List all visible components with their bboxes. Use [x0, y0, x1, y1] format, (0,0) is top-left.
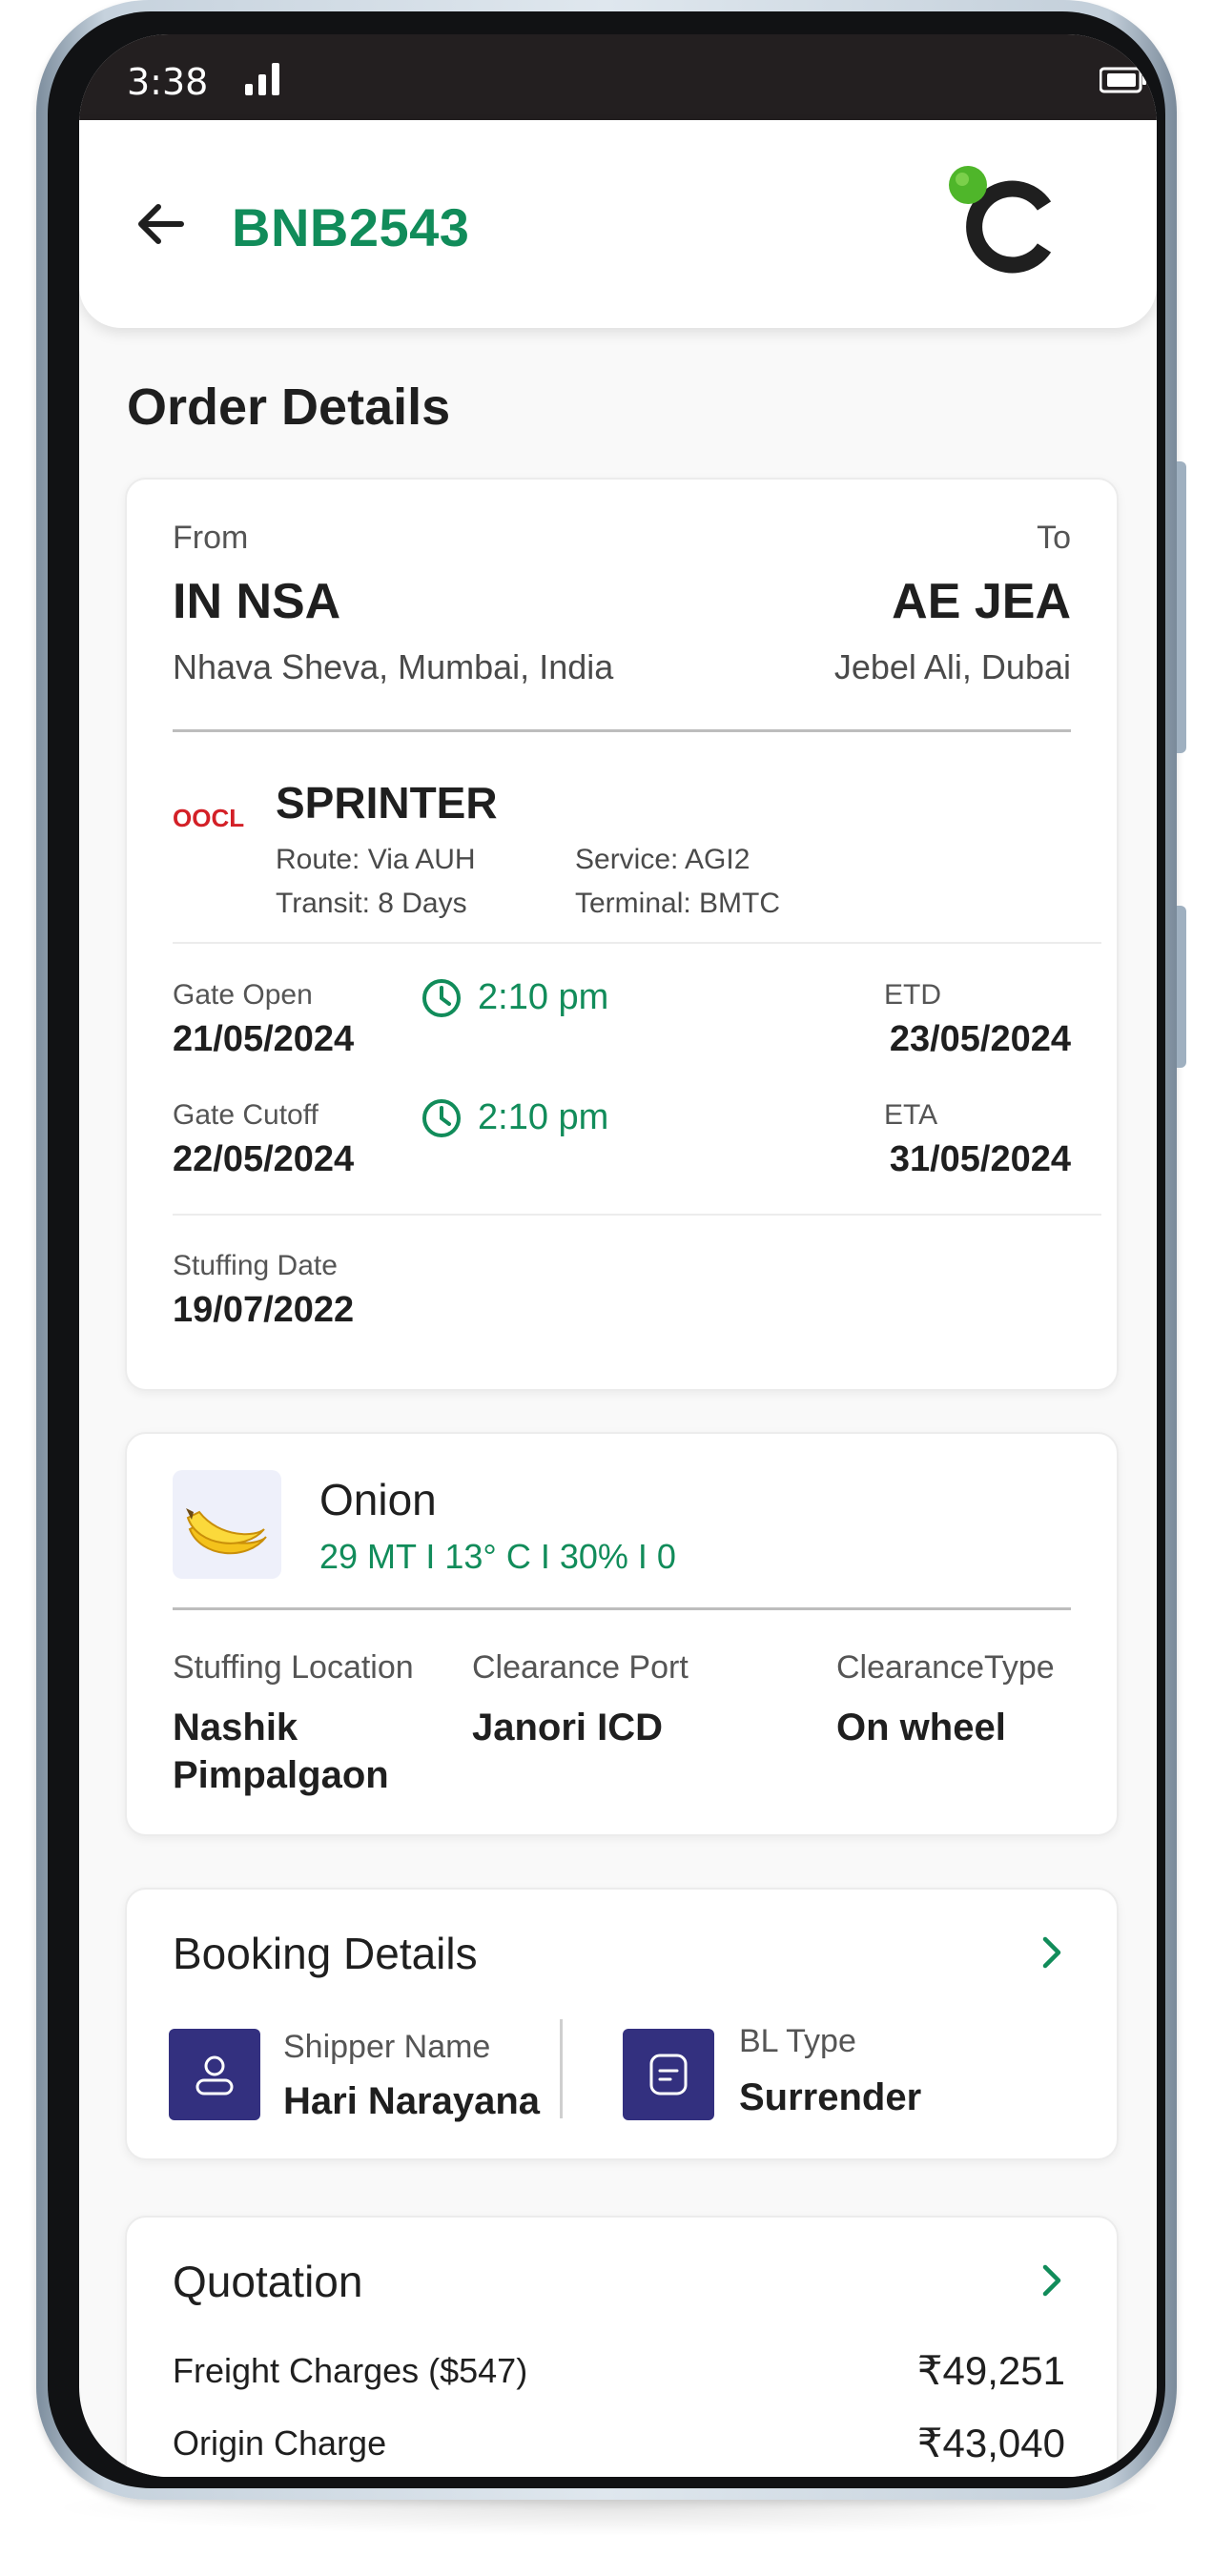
- gate-open-time: 2:10 pm: [478, 977, 609, 1017]
- to-place: Jebel Ali, Dubai: [833, 647, 1071, 686]
- status-bar: 3:38: [79, 34, 1157, 120]
- carrier-service: Service: AGI2: [575, 844, 750, 875]
- gate-cutoff-label: Gate Cutoff: [173, 1099, 319, 1131]
- chevron-right-icon[interactable]: [1033, 2261, 1071, 2300]
- phone-frame: 3:38 BNB2543 Order Details From To IN NS…: [36, 0, 1186, 2500]
- booking-details-title: Booking Details: [173, 1929, 478, 1978]
- battery-icon: [1100, 67, 1146, 93]
- bl-type-label: BL Type: [739, 2023, 856, 2059]
- carrier-route: Route: Via AUH: [276, 844, 476, 875]
- page-title: Order Details: [127, 378, 451, 436]
- gate-open-date: 21/05/2024: [173, 1019, 355, 1059]
- back-arrow-icon[interactable]: [132, 194, 191, 254]
- quotation-row-amount: ₹49,251: [916, 2348, 1065, 2393]
- carrier-terminal: Terminal: BMTC: [575, 888, 781, 919]
- product-divider: [173, 1607, 1071, 1610]
- order-route-card: From To IN NSA AE JEA Nhava Sheva, Mumba…: [125, 478, 1119, 1391]
- stuffing-location-line2: Pimpalgaon: [173, 1754, 389, 1796]
- product-name: Onion: [319, 1475, 437, 1524]
- phone-screen: 3:38 BNB2543 Order Details From To IN NS…: [79, 34, 1157, 2477]
- stuffing-date: 19/07/2022: [173, 1290, 355, 1330]
- gate-cutoff-time: 2:10 pm: [478, 1097, 609, 1137]
- document-icon: [649, 2054, 688, 2096]
- status-time: 3:38: [127, 61, 209, 103]
- stuffing-date-label: Stuffing Date: [173, 1250, 338, 1281]
- volume-button: [1177, 461, 1186, 753]
- to-port-code: AE JEA: [892, 574, 1071, 629]
- product-card: Onion 29 MT I 13° C I 30% I 0 Stuffing L…: [125, 1432, 1119, 1836]
- brand-logo-icon: [949, 166, 1052, 274]
- svg-text:OOCL: OOCL: [173, 804, 244, 832]
- quotation-card[interactable]: Quotation Freight Charges ($547) ₹49,251…: [125, 2216, 1119, 2477]
- shipper-tile: [169, 2029, 260, 2120]
- bl-type: Surrender: [739, 2076, 922, 2118]
- phone-bezel: 3:38 BNB2543 Order Details From To IN NS…: [48, 11, 1165, 2488]
- quotation-row-label: Origin Charge: [173, 2423, 387, 2463]
- clearance-type-label: ClearanceType: [836, 1649, 1055, 1686]
- shipper-label: Shipper Name: [283, 2029, 491, 2065]
- quotation-title: Quotation: [173, 2257, 363, 2306]
- clearance-type: On wheel: [836, 1707, 1006, 1748]
- vessel-name: SPRINTER: [276, 778, 498, 828]
- gate-cutoff-date: 22/05/2024: [173, 1139, 355, 1179]
- user-icon: [195, 2055, 234, 2096]
- clearance-port: Janori ICD: [472, 1707, 664, 1748]
- gate-open-label: Gate Open: [173, 979, 313, 1011]
- booking-id: BNB2543: [232, 197, 470, 257]
- app-header: BNB2543: [79, 120, 1157, 328]
- signal-icon: [245, 63, 279, 95]
- carrier-logo: OOCL: [173, 804, 244, 832]
- banana-icon: [173, 1470, 281, 1579]
- bl-type-tile: [623, 2029, 714, 2120]
- chevron-right-icon[interactable]: [1033, 1933, 1071, 1972]
- carrier-divider: [173, 942, 1101, 944]
- quotation-row-amount: ₹43,040: [916, 2421, 1065, 2465]
- route-divider: [173, 729, 1071, 732]
- schedule-divider: [173, 1214, 1101, 1216]
- etd-date: 23/05/2024: [889, 1019, 1071, 1059]
- quotation-row-label: Freight Charges ($547): [173, 2351, 528, 2390]
- to-label: To: [1037, 520, 1071, 556]
- shipper-name: Hari Narayana: [283, 2080, 541, 2122]
- from-label: From: [173, 520, 249, 556]
- power-button: [1177, 906, 1186, 1068]
- eta-date: 31/05/2024: [889, 1139, 1071, 1179]
- clock-icon: [422, 1099, 461, 1137]
- from-port-code: IN NSA: [173, 574, 341, 629]
- eta-label: ETA: [884, 1099, 938, 1131]
- product-specs: 29 MT I 13° C I 30% I 0: [319, 1537, 676, 1576]
- clearance-port-label: Clearance Port: [472, 1649, 689, 1686]
- stuffing-location-label: Stuffing Location: [173, 1649, 414, 1686]
- from-place: Nhava Sheva, Mumbai, India: [173, 647, 614, 686]
- booking-details-card[interactable]: Booking Details Shipper Name Hari Naraya…: [125, 1888, 1119, 2160]
- clock-icon: [422, 979, 461, 1017]
- stuffing-location-line1: Nashik: [173, 1707, 298, 1748]
- booking-divider: [560, 2019, 563, 2118]
- etd-label: ETD: [884, 979, 941, 1011]
- carrier-transit: Transit: 8 Days: [276, 888, 467, 919]
